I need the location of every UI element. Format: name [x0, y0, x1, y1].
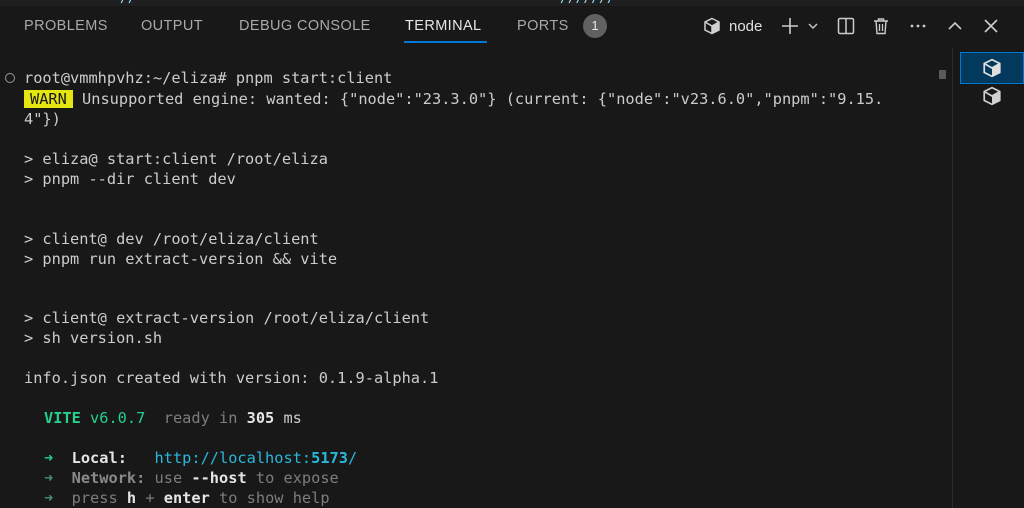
help-key-enter: enter	[163, 489, 210, 507]
terminal-line: > eliza@ start:client /root/eliza	[24, 150, 328, 168]
arrow-icon: ➜	[44, 489, 54, 507]
shell-prompt: root@vmmhpvhz:~/eliza#	[24, 69, 227, 87]
trash-icon[interactable]	[871, 14, 891, 38]
terminal-line-local: ➜ Local: http://localhost:5173/	[44, 448, 357, 468]
vite-version: v6.0.7	[80, 409, 146, 427]
local-url-prefix: http://localhost:	[154, 449, 312, 467]
local-url-suffix: /	[347, 449, 358, 467]
arrow-icon: ➜	[44, 449, 54, 467]
terminal-line-warn-cont: 4"})	[24, 110, 61, 128]
terminal-node-icon	[983, 58, 1001, 78]
terminal-node-icon	[983, 86, 1001, 106]
tab-debug-console[interactable]: DEBUG CONSOLE	[239, 18, 371, 34]
chevron-down-icon[interactable]	[805, 14, 821, 38]
command-decoration-circle-icon[interactable]	[5, 73, 15, 83]
terminal-tab-node-2[interactable]	[961, 81, 1023, 111]
terminal-scrollbar-thumb[interactable]	[939, 70, 946, 79]
vite-ready-unit: ms	[274, 409, 302, 427]
tab-terminal[interactable]: TERMINAL	[405, 18, 482, 34]
local-label: Local:	[71, 449, 127, 467]
terminal-line: info.json created with version: 0.1.9-al…	[24, 369, 439, 387]
vscode-panel: // --- ─ ─ ─ ─ /////// ─ ─ ─ ─ ─ ─ PROBL…	[0, 0, 1024, 508]
new-terminal-plus-icon[interactable]	[780, 14, 800, 38]
terminal-line-vite: VITE v6.0.7 ready in 305 ms	[44, 408, 302, 428]
vite-ready-text: ready in	[145, 409, 247, 427]
local-url-port: 5173	[311, 449, 348, 467]
terminal-line: > pnpm run extract-version && vite	[24, 250, 338, 268]
terminal-line: > pnpm --dir client dev	[24, 170, 236, 188]
terminal-output[interactable]: root@vmmhpvhz:~/eliza# pnpm start:client…	[0, 48, 952, 508]
help-key-h: h	[126, 489, 137, 507]
network-use: use	[145, 469, 192, 487]
warn-badge: WARN	[24, 90, 73, 108]
terminal-node-icon[interactable]	[702, 14, 722, 38]
close-panel-icon[interactable]	[981, 14, 1001, 38]
arrow-icon: ➜	[44, 469, 54, 487]
more-actions-icon[interactable]	[908, 14, 928, 38]
terminal-line: > client@ dev /root/eliza/client	[24, 230, 319, 248]
tab-ports[interactable]: PORTS	[517, 18, 569, 34]
network-rest: to expose	[246, 469, 339, 487]
split-terminal-icon[interactable]	[836, 14, 856, 38]
terminal-tab-node-1[interactable]	[960, 52, 1024, 84]
ports-count-badge: 1	[583, 14, 607, 38]
vite-ready-ms: 305	[246, 409, 275, 427]
terminal-name-label[interactable]: node	[729, 18, 762, 35]
terminal-line-network: ➜ Network: use --host to expose	[44, 468, 339, 488]
terminal-line-warn: WARN Unsupported engine: wanted: {"node"…	[24, 89, 883, 109]
vite-name: VITE	[44, 409, 81, 427]
terminal-line-command: root@vmmhpvhz:~/eliza# pnpm start:client	[24, 68, 392, 88]
help-rest: to show help	[209, 489, 330, 507]
command-text: pnpm start:client	[226, 69, 393, 87]
terminal-line: > sh version.sh	[24, 329, 163, 347]
tab-output[interactable]: OUTPUT	[141, 18, 203, 34]
terminal-line: > client@ extract-version /root/eliza/cl…	[24, 309, 430, 327]
tab-problems[interactable]: PROBLEMS	[24, 18, 108, 34]
panel-tab-bar: PROBLEMS OUTPUT DEBUG CONSOLE TERMINAL P…	[0, 6, 1024, 48]
help-press: press	[71, 489, 127, 507]
terminal-line-help: ➜ press h + enter to show help	[44, 488, 330, 508]
network-label: Network:	[71, 469, 146, 487]
terminal-tabs-list	[952, 48, 1024, 508]
warn-message: Unsupported engine: wanted: {"node":"23.…	[72, 90, 884, 108]
help-plus: +	[136, 489, 164, 507]
local-url[interactable]: http://localhost:5173/	[155, 449, 358, 467]
network-flag: --host	[191, 469, 247, 487]
maximize-panel-chevron-up-icon[interactable]	[945, 14, 965, 38]
active-tab-indicator	[404, 41, 487, 43]
